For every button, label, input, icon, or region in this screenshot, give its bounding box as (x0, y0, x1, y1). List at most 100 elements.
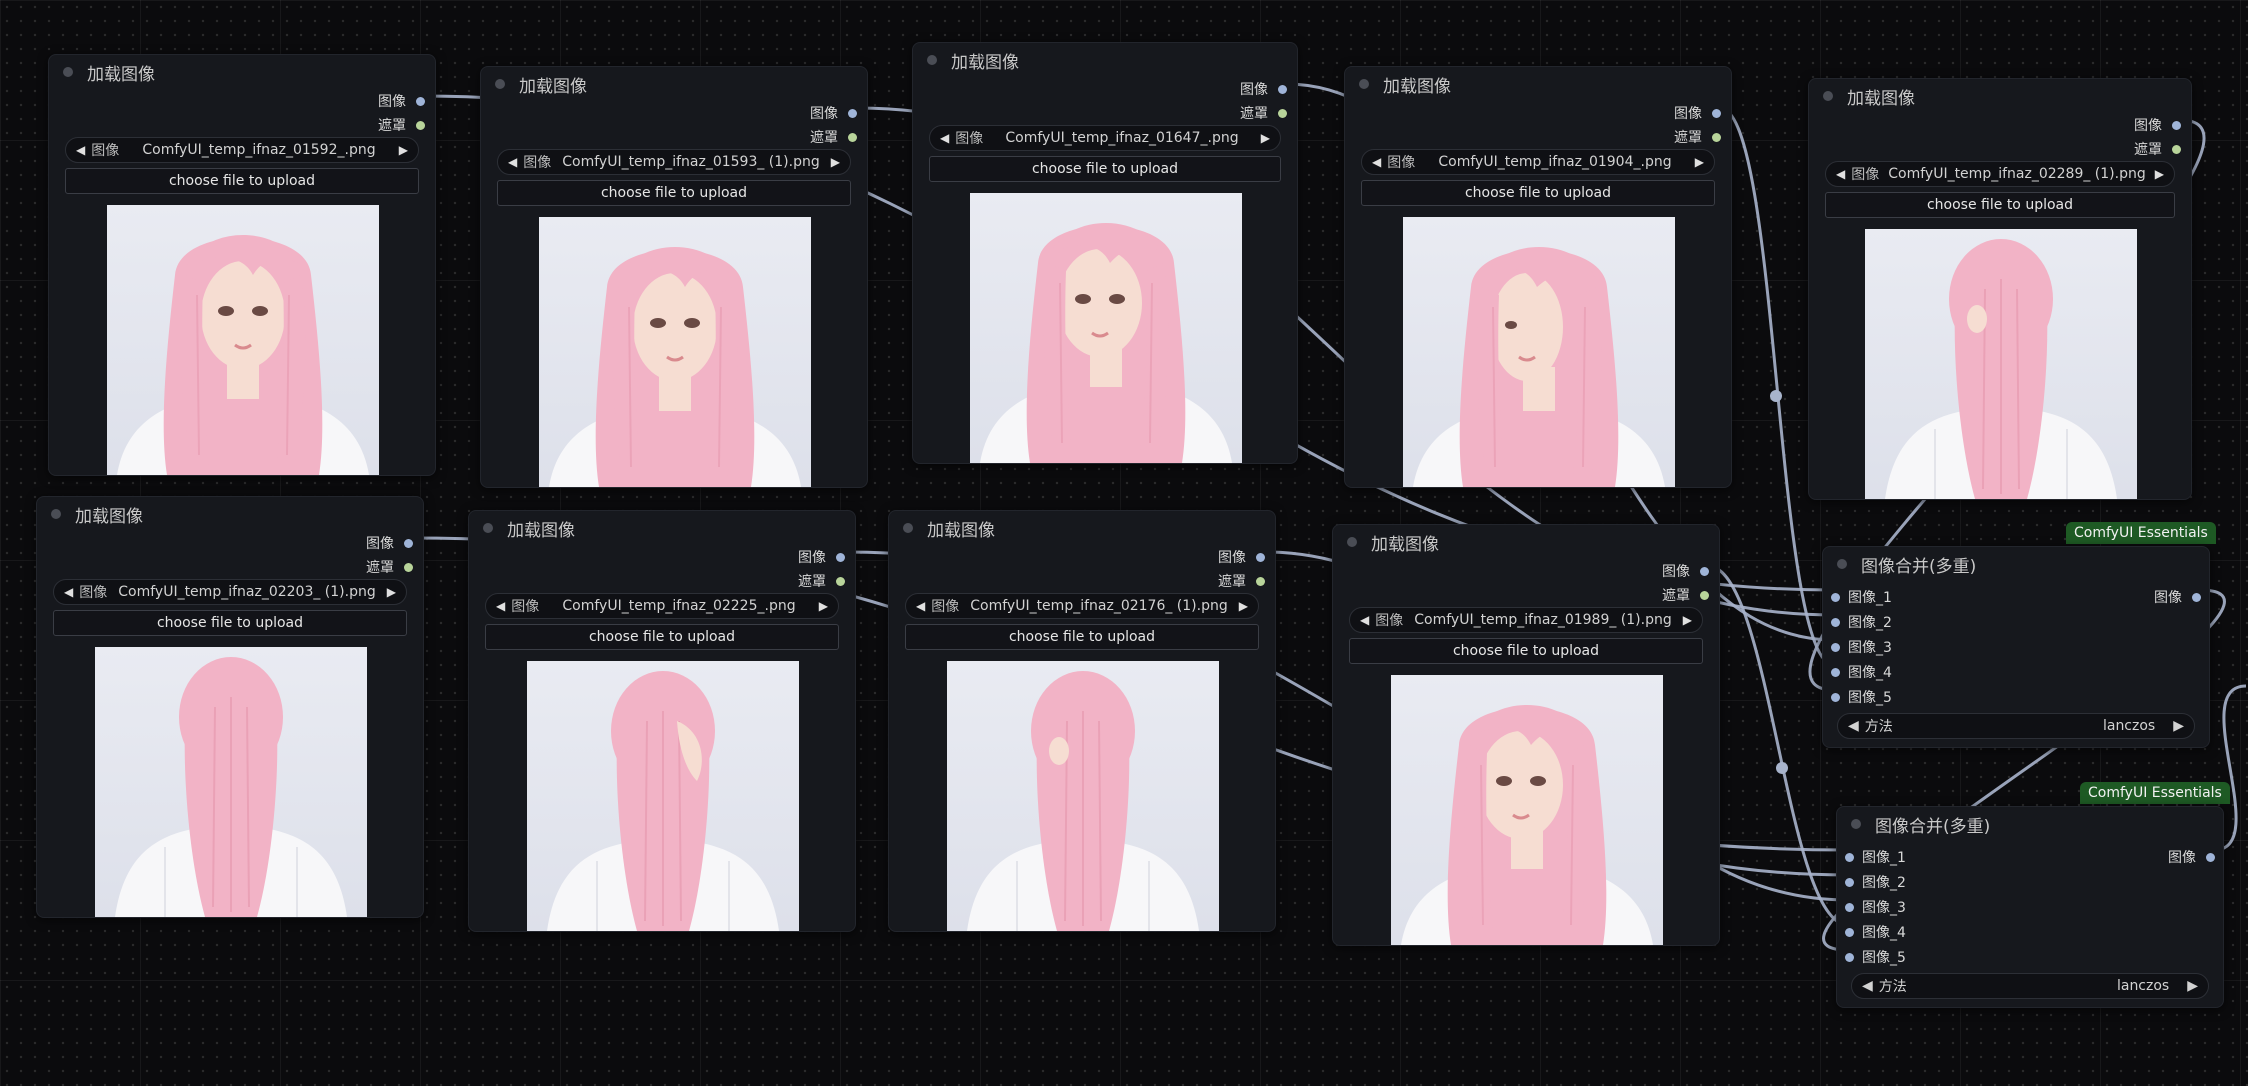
mask-output-socket-icon[interactable] (404, 562, 413, 572)
image-file-combo[interactable]: ◀ 图像 ComfyUI_temp_ifnaz_02176_ (1).png ▶ (905, 593, 1259, 619)
node-header[interactable]: 加载图像 (481, 67, 867, 101)
input-image-2[interactable]: 图像_2 (1845, 872, 1906, 892)
arrow-right-icon[interactable]: ▶ (2173, 718, 2184, 734)
collapse-dot-icon[interactable] (1823, 91, 1833, 101)
image-file-combo[interactable]: ◀ 图像 ComfyUI_temp_ifnaz_01989_ (1).png ▶ (1349, 607, 1703, 633)
node-header[interactable]: 加载图像 (469, 511, 855, 545)
mask-output-socket-icon[interactable] (1700, 590, 1709, 600)
upload-button[interactable]: choose file to upload (1361, 180, 1715, 206)
input-image-1[interactable]: 图像_1 (1845, 847, 1906, 867)
arrow-left-icon[interactable]: ◀ (1862, 978, 1873, 994)
collapse-dot-icon[interactable] (1359, 79, 1369, 89)
node-header[interactable]: 加载图像 (1809, 79, 2191, 113)
image-output-socket-icon[interactable] (2172, 120, 2181, 130)
output-image[interactable]: 图像 (1662, 561, 1709, 581)
arrow-left-icon[interactable]: ◀ (1372, 155, 1381, 169)
image-input-socket-icon[interactable] (1831, 592, 1840, 602)
upload-button[interactable]: choose file to upload (497, 180, 851, 206)
load-image-node[interactable]: 加载图像 图像 遮罩 ◀ 图像 ComfyUI_temp_ifnaz_01592… (48, 54, 436, 476)
image-file-combo[interactable]: ◀ 图像 ComfyUI_temp_ifnaz_01647_.png ▶ (929, 125, 1281, 151)
mask-output-socket-icon[interactable] (1256, 576, 1265, 586)
image-file-combo[interactable]: ◀ 图像 ComfyUI_temp_ifnaz_01593_ (1).png ▶ (497, 149, 851, 175)
load-image-node[interactable]: 加载图像 图像 遮罩 ◀ 图像 ComfyUI_temp_ifnaz_02289… (1808, 78, 2192, 500)
upload-button[interactable]: choose file to upload (929, 156, 1281, 182)
arrow-right-icon[interactable]: ▶ (1683, 613, 1692, 627)
image-file-combo[interactable]: ◀ 图像 ComfyUI_temp_ifnaz_02289_ (1).png ▶ (1825, 161, 2175, 187)
arrow-left-icon[interactable]: ◀ (1836, 167, 1845, 181)
reroute-dot-icon[interactable] (1770, 390, 1782, 402)
image-input-socket-icon[interactable] (1845, 927, 1854, 937)
output-mask[interactable]: 遮罩 (1240, 103, 1287, 123)
node-header[interactable]: 图像合并(多重) (1837, 807, 2223, 841)
output-image[interactable]: 图像 (1674, 103, 1721, 123)
input-image-5[interactable]: 图像_5 (1845, 947, 1906, 967)
upload-button[interactable]: choose file to upload (65, 168, 419, 194)
image-output-socket-icon[interactable] (1256, 552, 1265, 562)
image-output-socket-icon[interactable] (836, 552, 845, 562)
collapse-dot-icon[interactable] (1851, 819, 1861, 829)
arrow-right-icon[interactable]: ▶ (2187, 978, 2198, 994)
mask-output-socket-icon[interactable] (2172, 144, 2181, 154)
output-image[interactable]: 图像 (1240, 79, 1287, 99)
output-mask[interactable]: 遮罩 (1674, 127, 1721, 147)
output-mask[interactable]: 遮罩 (1662, 585, 1709, 605)
input-image-2[interactable]: 图像_2 (1831, 612, 1892, 632)
image-batch-multiple-node[interactable]: 图像合并(多重) 图像_1 图像_2 图像_3 图像_4 图像_5 图像 ◀ 方… (1822, 546, 2210, 748)
output-mask[interactable]: 遮罩 (798, 571, 845, 591)
image-input-socket-icon[interactable] (1831, 692, 1840, 702)
load-image-node[interactable]: 加载图像 图像 遮罩 ◀ 图像 ComfyUI_temp_ifnaz_01647… (912, 42, 1298, 464)
arrow-left-icon[interactable]: ◀ (1360, 613, 1369, 627)
output-image[interactable]: 图像 (366, 533, 413, 553)
collapse-dot-icon[interactable] (51, 509, 61, 519)
output-mask[interactable]: 遮罩 (810, 127, 857, 147)
image-output-socket-icon[interactable] (2192, 592, 2201, 602)
image-input-socket-icon[interactable] (1845, 952, 1854, 962)
image-output-socket-icon[interactable] (404, 538, 413, 548)
image-output-socket-icon[interactable] (2206, 852, 2215, 862)
upload-button[interactable]: choose file to upload (53, 610, 407, 636)
image-file-combo[interactable]: ◀ 图像 ComfyUI_temp_ifnaz_01904_.png ▶ (1361, 149, 1715, 175)
input-image-3[interactable]: 图像_3 (1845, 897, 1906, 917)
mask-output-socket-icon[interactable] (416, 120, 425, 130)
image-input-socket-icon[interactable] (1831, 667, 1840, 677)
node-header[interactable]: 加载图像 (49, 55, 435, 89)
arrow-right-icon[interactable]: ▶ (831, 155, 840, 169)
upload-button[interactable]: choose file to upload (905, 624, 1259, 650)
arrow-right-icon[interactable]: ▶ (1695, 155, 1704, 169)
output-image[interactable]: 图像 (378, 91, 425, 111)
arrow-left-icon[interactable]: ◀ (508, 155, 517, 169)
image-output-socket-icon[interactable] (416, 96, 425, 106)
arrow-right-icon[interactable]: ▶ (1261, 131, 1270, 145)
output-image[interactable]: 图像 (2168, 847, 2215, 867)
arrow-right-icon[interactable]: ▶ (819, 599, 828, 613)
collapse-dot-icon[interactable] (495, 79, 505, 89)
collapse-dot-icon[interactable] (1837, 559, 1847, 569)
output-mask[interactable]: 遮罩 (2134, 139, 2181, 159)
image-input-socket-icon[interactable] (1845, 877, 1854, 887)
mask-output-socket-icon[interactable] (1278, 108, 1287, 118)
upload-button[interactable]: choose file to upload (1349, 638, 1703, 664)
image-input-socket-icon[interactable] (1845, 852, 1854, 862)
node-header[interactable]: 加载图像 (37, 497, 423, 531)
arrow-right-icon[interactable]: ▶ (387, 585, 396, 599)
image-input-socket-icon[interactable] (1845, 902, 1854, 912)
arrow-left-icon[interactable]: ◀ (76, 143, 85, 157)
output-image[interactable]: 图像 (798, 547, 845, 567)
output-mask[interactable]: 遮罩 (366, 557, 413, 577)
input-image-1[interactable]: 图像_1 (1831, 587, 1892, 607)
node-graph-canvas[interactable]: 加载图像 图像 遮罩 ◀ 图像 ComfyUI_temp_ifnaz_01592… (0, 0, 2248, 1086)
output-image[interactable]: 图像 (810, 103, 857, 123)
collapse-dot-icon[interactable] (1347, 537, 1357, 547)
collapse-dot-icon[interactable] (483, 523, 493, 533)
output-mask[interactable]: 遮罩 (378, 115, 425, 135)
image-output-socket-icon[interactable] (1278, 84, 1287, 94)
image-output-socket-icon[interactable] (1700, 566, 1709, 576)
output-mask[interactable]: 遮罩 (1218, 571, 1265, 591)
mask-output-socket-icon[interactable] (848, 132, 857, 142)
image-file-combo[interactable]: ◀ 图像 ComfyUI_temp_ifnaz_01592_.png ▶ (65, 137, 419, 163)
mask-output-socket-icon[interactable] (1712, 132, 1721, 142)
node-header[interactable]: 图像合并(多重) (1823, 547, 2209, 581)
output-image[interactable]: 图像 (2134, 115, 2181, 135)
input-image-4[interactable]: 图像_4 (1845, 922, 1906, 942)
image-file-combo[interactable]: ◀ 图像 ComfyUI_temp_ifnaz_02203_ (1).png ▶ (53, 579, 407, 605)
